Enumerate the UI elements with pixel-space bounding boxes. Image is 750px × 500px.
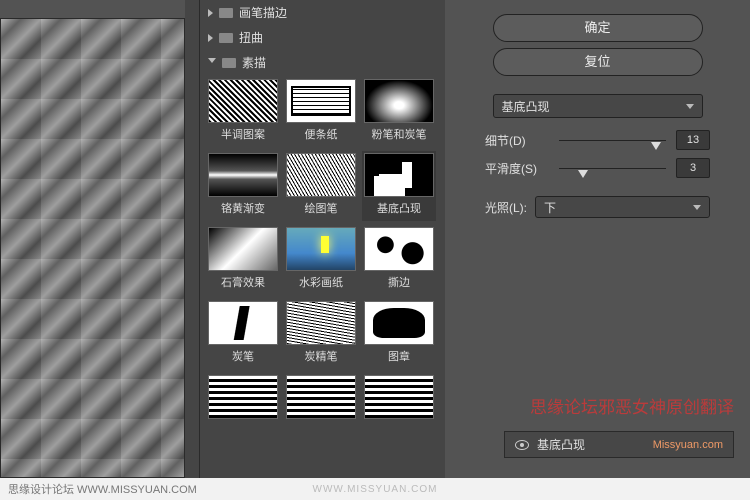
thumb-image [364,301,434,345]
footer-left: 思缘设计论坛 WWW.MISSYUAN.COM [8,481,197,497]
arrow-icon [208,9,213,17]
thumb-label: 撕边 [362,271,436,295]
thumb-image [364,153,434,197]
thumb-image [208,79,278,123]
folder-label: 画笔描边 [239,4,287,21]
chevron-down-icon [686,104,694,109]
thumb-t-stamp[interactable]: 图章 [362,299,436,369]
thumb-t-note[interactable]: 便条纸 [284,77,358,147]
filter-gallery: 画笔描边扭曲素描 半调图案便条纸粉笔和炭笔铬黄渐变绘图笔基底凸现石膏效果水彩画纸… [200,0,445,478]
thumb-label: 基底凸现 [362,197,436,221]
thumb-label: 便条纸 [284,123,358,147]
detail-label: 细节(D) [485,132,549,149]
smooth-slider[interactable] [559,160,666,176]
effect-layer-row[interactable]: 基底凸现 Missyuan.com [504,431,734,458]
thumb-image [208,153,278,197]
thumb-image [364,375,434,419]
light-value: 下 [544,199,556,216]
thumb-t-conte[interactable]: 炭精笔 [284,299,358,369]
folder-icon [219,33,233,43]
footer-bar: 思缘设计论坛 WWW.MISSYUAN.COM WWW.MISSYUAN.COM [0,478,750,500]
thumb-t-char[interactable]: 炭笔 [206,299,280,369]
thumb-image [286,227,356,271]
thumb-t-chrome[interactable]: 铬黄渐变 [206,151,280,221]
thumb-label: 绘图笔 [284,197,358,221]
thumb-t-halftone[interactable]: 半调图案 [206,77,280,147]
folder-label: 素描 [242,54,266,71]
thumb-extra[interactable] [362,373,436,419]
layer-name: 基底凸现 [537,436,585,453]
thumb-image [208,227,278,271]
thumb-t-bas[interactable]: 基底凸现 [362,151,436,221]
thumb-image [364,79,434,123]
footer-watermark: WWW.MISSYUAN.COM [313,484,438,495]
preview-image [1,19,184,477]
detail-value[interactable]: 13 [676,130,710,150]
thumb-image [364,227,434,271]
thumb-image [208,301,278,345]
arrow-icon [208,58,216,67]
thumb-extra[interactable] [206,373,280,419]
smooth-handle[interactable] [578,170,588,178]
light-row: 光照(L): 下 [485,196,710,218]
thumb-label: 粉笔和炭笔 [362,123,436,147]
thumb-label: 图章 [362,345,436,369]
thumb-image [208,375,278,419]
ok-button[interactable]: 确定 [493,14,703,42]
visibility-icon[interactable] [515,440,529,450]
thumb-extra[interactable] [284,373,358,419]
light-select[interactable]: 下 [535,196,710,218]
thumb-image [286,301,356,345]
thumb-t-chalk[interactable]: 粉笔和炭笔 [362,77,436,147]
reset-button[interactable]: 复位 [493,48,703,76]
light-label: 光照(L): [485,199,527,216]
thumb-label: 炭笔 [206,345,280,369]
detail-handle[interactable] [651,142,661,150]
smooth-value[interactable]: 3 [676,158,710,178]
filter-select-value: 基底凸现 [502,98,550,115]
thumb-image [286,153,356,197]
layer-site: Missyuan.com [653,439,723,451]
detail-slider[interactable] [559,132,666,148]
folder-label: 扭曲 [239,29,263,46]
smooth-label: 平滑度(S) [485,160,549,177]
smooth-slider-row: 平滑度(S) 3 [485,158,710,178]
filter-select[interactable]: 基底凸现 [493,94,703,118]
thumb-t-water[interactable]: 水彩画纸 [284,225,358,295]
tree-gutter [185,0,200,478]
folder-2[interactable]: 素描 [200,50,445,75]
thumb-label: 石膏效果 [206,271,280,295]
thumb-t-graphic[interactable]: 绘图笔 [284,151,358,221]
folder-icon [219,8,233,18]
thumb-t-plaster[interactable]: 石膏效果 [206,225,280,295]
arrow-icon [208,34,213,42]
preview-pane [0,18,185,478]
thumb-label: 铬黄渐变 [206,197,280,221]
thumb-label: 炭精笔 [284,345,358,369]
thumb-t-torn[interactable]: 撕边 [362,225,436,295]
thumb-image [286,375,356,419]
settings-pane: 确定 复位 基底凸现 细节(D) 13 平滑度(S) 3 光照(L): 下 思缘… [445,0,750,478]
folder-1[interactable]: 扭曲 [200,25,445,50]
folder-icon [222,58,236,68]
chevron-down-icon [693,205,701,210]
thumb-label: 水彩画纸 [284,271,358,295]
folder-0[interactable]: 画笔描边 [200,0,445,25]
detail-slider-row: 细节(D) 13 [485,130,710,150]
watermark-text: 思缘论坛邪恶女神原创翻译 [530,393,734,418]
thumb-label: 半调图案 [206,123,280,147]
thumb-image [286,79,356,123]
